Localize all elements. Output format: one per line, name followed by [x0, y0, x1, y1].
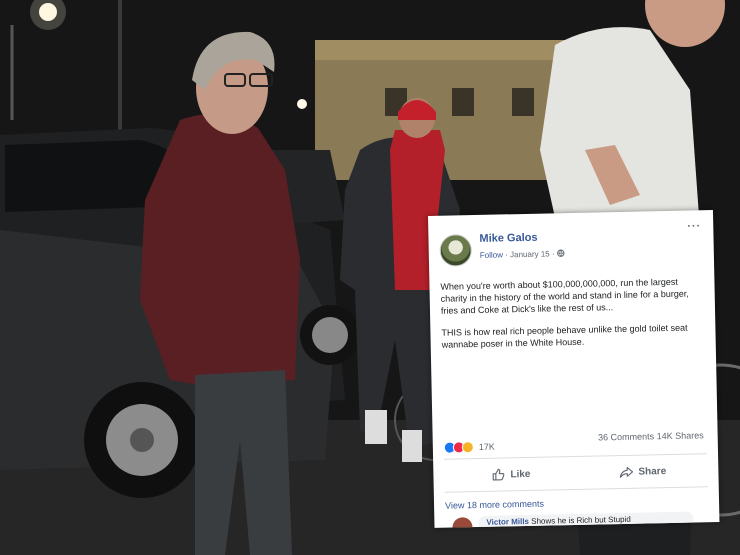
shares-count[interactable]: 14K Shares — [657, 430, 704, 441]
meta-separator: · — [505, 250, 508, 260]
haha-reaction-icon — [461, 441, 474, 454]
meta-separator-2: · — [551, 249, 555, 259]
reactions-summary[interactable]: 17K — [443, 440, 495, 455]
commenter-name[interactable]: Victor Mills — [486, 517, 529, 527]
post-meta: Follow · January 15 · — [480, 249, 565, 260]
street-light — [297, 99, 307, 109]
author-avatar[interactable] — [439, 234, 473, 267]
engagement-stats: 36 Comments 14K Shares — [598, 430, 704, 442]
building-window — [512, 88, 534, 116]
globe-icon — [557, 249, 565, 258]
view-more-comments-link[interactable]: View 18 more comments — [445, 499, 544, 511]
post-body: When you're worth about $100,000,000,000… — [440, 275, 706, 361]
commenter-avatar[interactable] — [452, 517, 473, 528]
reaction-count: 17K — [478, 441, 495, 452]
post-date[interactable]: January 15 — [510, 249, 550, 259]
share-arrow-icon — [619, 466, 634, 478]
post-paragraph-2: THIS is how real rich people behave unli… — [441, 322, 688, 350]
author-name[interactable]: Mike Galos — [479, 232, 537, 245]
facebook-post-card: Mike Galos Follow · January 15 · ··· Whe… — [428, 210, 720, 528]
share-button[interactable]: Share — [619, 464, 666, 479]
building — [315, 40, 575, 180]
building-window — [452, 88, 474, 116]
divider — [444, 453, 708, 460]
like-label: Like — [510, 468, 531, 480]
post-paragraph-1: When you're worth about $100,000,000,000… — [440, 276, 689, 316]
thumbs-up-icon — [492, 468, 505, 481]
divider — [444, 486, 708, 493]
follow-link[interactable]: Follow — [480, 250, 503, 259]
share-label: Share — [638, 465, 667, 478]
comments-count[interactable]: 36 Comments — [598, 431, 654, 442]
like-button[interactable]: Like — [491, 467, 531, 482]
more-options-icon[interactable]: ··· — [687, 220, 701, 232]
